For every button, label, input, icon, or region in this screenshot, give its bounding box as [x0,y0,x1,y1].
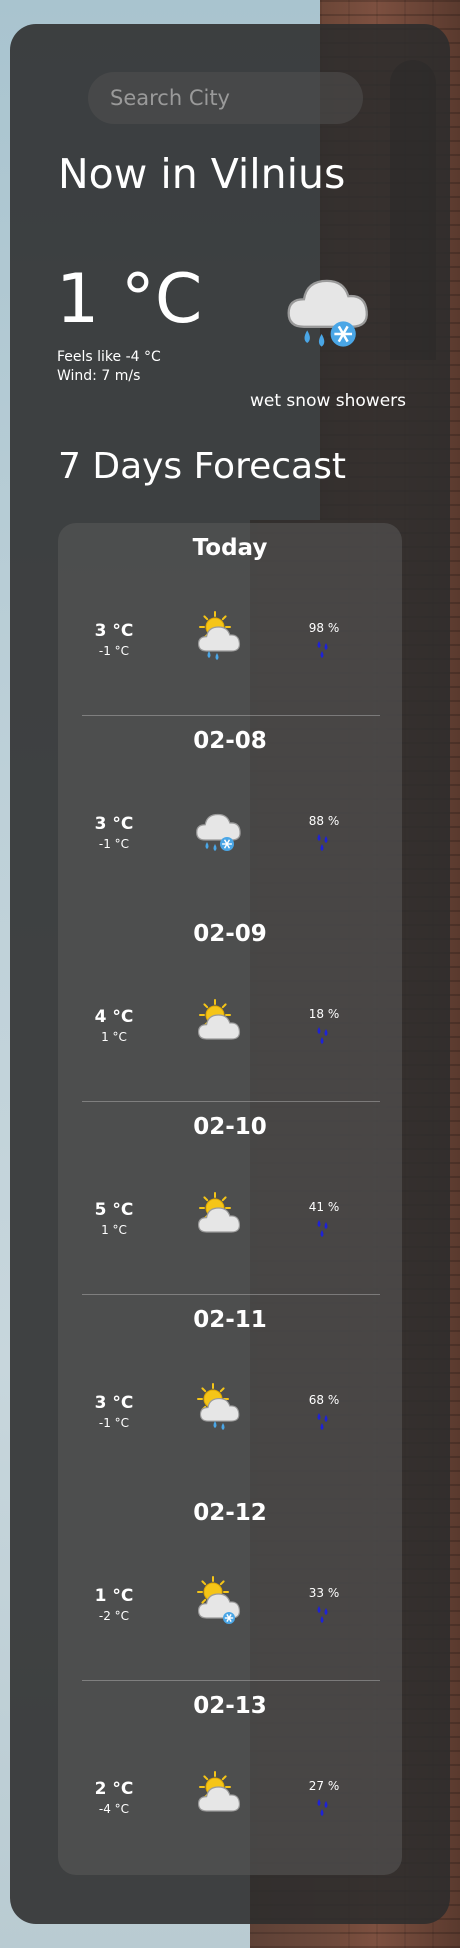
cloud-snow-rain-icon [193,804,243,854]
forecast-low: 1 °C [101,1030,127,1044]
forecast-high: 3 °C [94,814,134,834]
precipitation-chance: 88 % [308,814,340,828]
forecast-list: Today 3 °C -1 °C 98 % 02-08 3 °C -1 °C 8… [58,523,402,1875]
forecast-day: Today 3 °C -1 °C 98 % [58,523,402,716]
forecast-title: 7 Days Forecast [58,446,346,487]
raindrops-icon [311,1218,337,1240]
current-location-title: Now in Vilnius [58,150,346,198]
forecast-low: -1 °C [98,644,130,658]
sun-cloud-rain-icon [193,611,243,661]
raindrops-icon [311,1025,337,1047]
forecast-day: 02-09 4 °C 1 °C 18 % [58,909,402,1102]
sun-cloud-snow-icon [193,1576,243,1626]
forecast-high: 4 °C [94,1007,134,1027]
forecast-day: 02-12 1 °C -2 °C 33 % [58,1488,402,1681]
forecast-high: 3 °C [94,1393,134,1413]
forecast-low: 1 °C [101,1223,127,1237]
forecast-date: 02-13 [193,1693,267,1719]
raindrops-icon [311,639,337,661]
forecast-date: 02-09 [193,921,267,947]
forecast-day: 02-10 5 °C 1 °C 41 % [58,1102,402,1295]
precipitation-chance: 41 % [308,1200,340,1214]
forecast-low: -2 °C [98,1609,130,1623]
weather-description: wet snow showers [250,391,407,411]
forecast-day: 02-13 2 °C -4 °C 27 % [58,1681,402,1874]
forecast-date: 02-11 [193,1307,267,1333]
forecast-low: -1 °C [98,1416,130,1430]
forecast-date: 02-10 [193,1114,267,1140]
precipitation-chance: 18 % [308,1007,340,1021]
forecast-high: 1 °C [94,1586,134,1606]
precipitation-chance: 33 % [308,1586,340,1600]
forecast-date: 02-12 [193,1500,267,1526]
forecast-high: 5 °C [94,1200,134,1220]
raindrops-icon [311,1797,337,1819]
forecast-day: 02-08 3 °C -1 °C 88 % [58,716,402,909]
forecast-date: 02-08 [193,728,267,754]
search-input[interactable] [88,72,363,124]
feels-like: Feels like -4 °C [57,349,161,365]
raindrops-icon [311,1411,337,1433]
forecast-high: 3 °C [94,621,134,641]
precipitation-chance: 68 % [308,1393,340,1407]
sun-cloud-icon [193,1190,243,1240]
raindrops-icon [311,832,337,854]
sun-cloud-icon [193,997,243,1047]
forecast-high: 2 °C [94,1779,134,1799]
raindrops-icon [311,1604,337,1626]
sun-cloud-icon [193,1769,243,1819]
forecast-day: 02-11 3 °C -1 °C 68 % [58,1295,402,1488]
sun-rain-icon [193,1383,243,1433]
forecast-low: -1 °C [98,837,130,851]
forecast-date: Today [192,535,268,561]
wind-speed: Wind: 7 m/s [57,368,141,384]
precipitation-chance: 27 % [308,1779,340,1793]
current-temperature: 1 °C [56,260,203,339]
cloud-snow-rain-icon [282,262,372,352]
precipitation-chance: 98 % [308,621,340,635]
forecast-low: -4 °C [98,1802,130,1816]
